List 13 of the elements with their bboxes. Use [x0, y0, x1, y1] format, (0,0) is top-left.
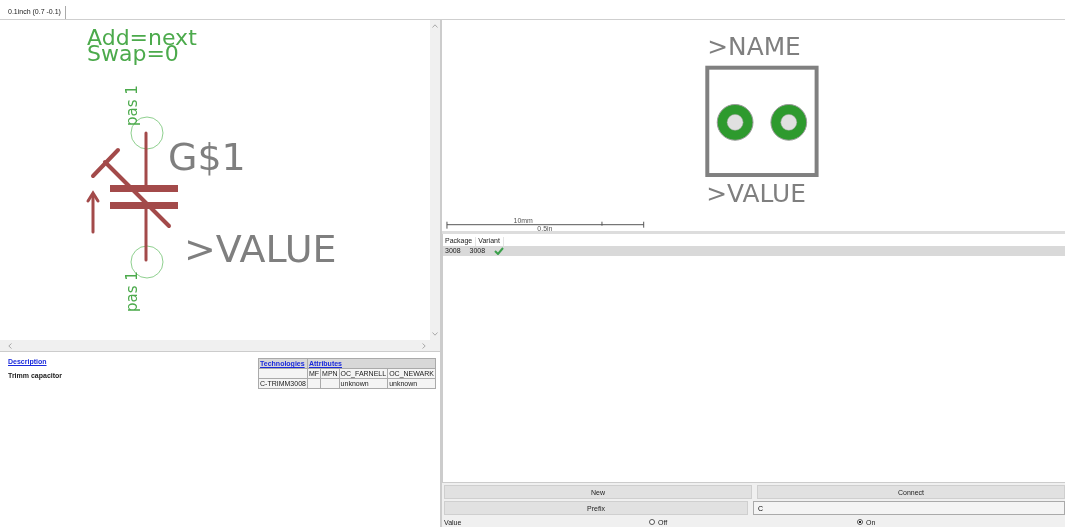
pad: [770, 103, 808, 141]
up-icon: [432, 24, 438, 28]
package-value: >VALUE: [706, 178, 806, 208]
right-icon: [422, 342, 426, 349]
package-name: >NAME: [707, 31, 801, 61]
part-name: G$1: [168, 135, 246, 179]
left-icon: [8, 342, 12, 349]
horizontal-scrollbar[interactable]: [0, 340, 440, 352]
pad: [716, 103, 754, 141]
pin-label: pas 1: [123, 271, 141, 312]
pin-label: pas 1: [123, 85, 141, 126]
part-value: >VALUE: [184, 227, 337, 271]
down-icon: [432, 332, 438, 336]
